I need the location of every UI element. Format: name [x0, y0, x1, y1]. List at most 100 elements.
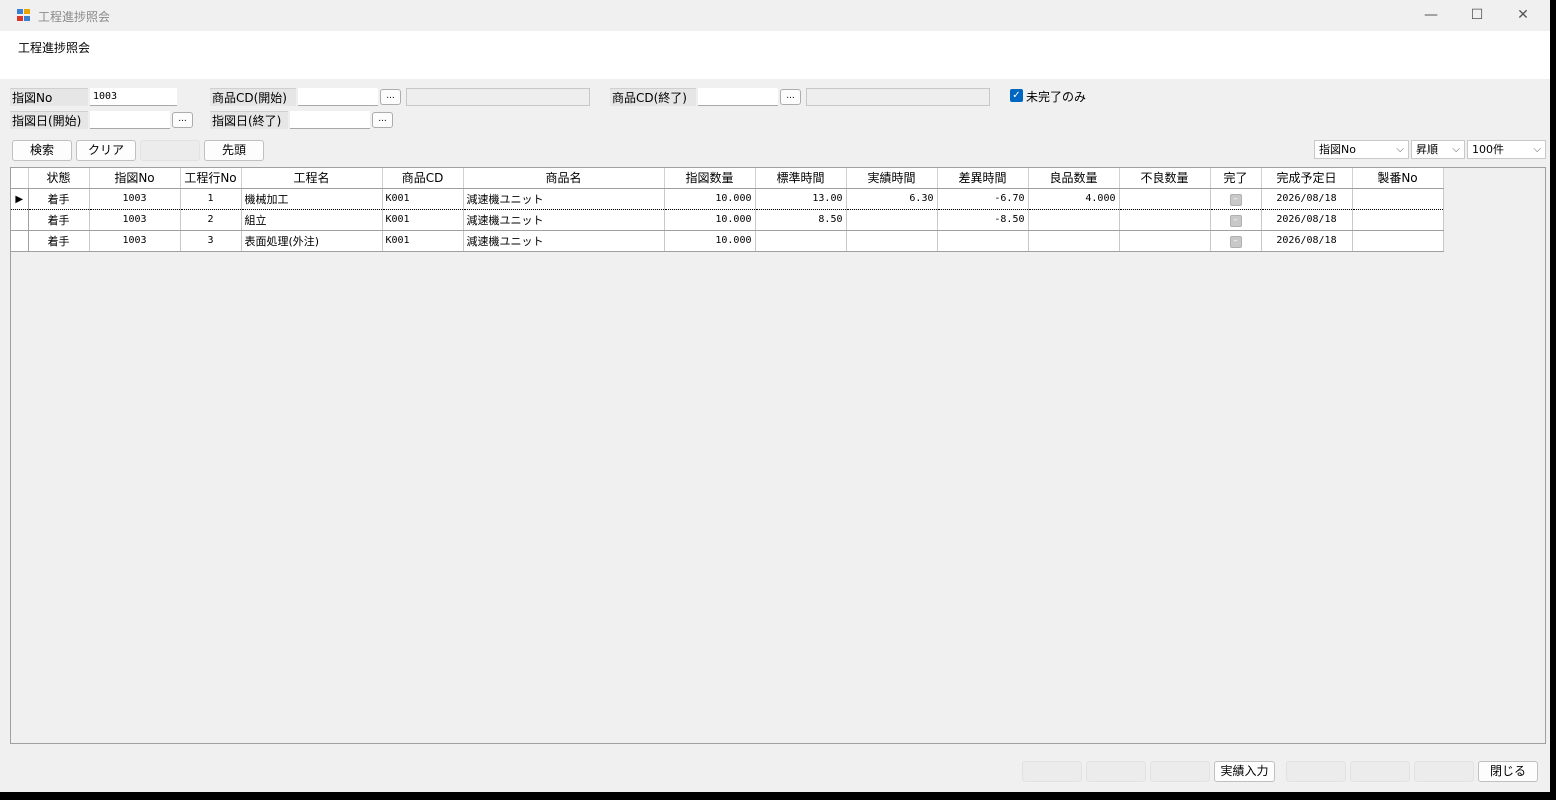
progress-grid[interactable]: 状態 指図No 工程行No 工程名 商品CD 商品名 指図数量 標準時間 実績時… [10, 167, 1546, 744]
column-header[interactable]: 指図No [89, 168, 181, 189]
cell-done[interactable]: – [1210, 187, 1262, 210]
cell-act-time[interactable]: 6.30 [846, 187, 938, 210]
column-header[interactable]: 状態 [28, 168, 90, 189]
blank-footer-button-2 [1086, 761, 1146, 782]
cell-due-date[interactable]: 2026/08/18 [1261, 187, 1353, 210]
shizu-date-start-input[interactable] [90, 111, 170, 129]
sort-order-value: 昇順 [1416, 143, 1438, 156]
column-header[interactable]: 不良数量 [1119, 168, 1211, 189]
shohin-cd-end-label: 商品CD(終了) [610, 88, 696, 106]
cell-status[interactable]: 着手 [28, 187, 90, 210]
row-header[interactable] [11, 209, 29, 231]
minimize-icon[interactable]: — [1408, 0, 1454, 31]
column-header[interactable]: 工程行No [180, 168, 242, 189]
cell-shohin-name[interactable]: 減速機ユニット [463, 187, 665, 210]
cell-act-time[interactable] [846, 230, 938, 252]
column-header[interactable]: 完成予定日 [1261, 168, 1353, 189]
current-row-indicator-icon[interactable]: ▶ [11, 187, 29, 210]
cell-bad-qty[interactable] [1119, 187, 1211, 210]
cell-qty[interactable]: 10.000 [664, 230, 756, 252]
cell-std-time[interactable]: 13.00 [755, 187, 847, 210]
row-header[interactable] [11, 230, 29, 252]
cell-done[interactable]: – [1210, 230, 1262, 252]
cell-koutei-name[interactable]: 組立 [241, 209, 383, 231]
sort-field-select[interactable]: 指図No ⌵ [1314, 140, 1409, 159]
done-checkbox[interactable]: – [1229, 215, 1242, 227]
cell-bad-qty[interactable] [1119, 209, 1211, 231]
close-button[interactable]: 閉じる [1478, 761, 1538, 782]
cell-seiban[interactable] [1352, 187, 1444, 210]
incomplete-only-checkbox[interactable]: ✓ [1010, 89, 1023, 102]
table-row[interactable]: 着手 1003 3 表面処理(外注) K001 減速機ユニット 10.000 –… [11, 230, 1444, 252]
column-header[interactable]: 良品数量 [1028, 168, 1120, 189]
column-header[interactable]: 完了 [1210, 168, 1262, 189]
shohin-cd-end-input[interactable] [698, 88, 778, 106]
cell-qty[interactable]: 10.000 [664, 187, 756, 210]
shizu-no-input[interactable]: 1003 [90, 88, 177, 106]
column-header[interactable]: 指図数量 [664, 168, 756, 189]
cell-std-time[interactable]: 8.50 [755, 209, 847, 231]
cell-status[interactable]: 着手 [28, 209, 90, 231]
cell-act-time[interactable] [846, 209, 938, 231]
table-row[interactable]: 着手 1003 2 組立 K001 減速機ユニット 10.000 8.50 -8… [11, 209, 1444, 231]
cell-shizu-no[interactable]: 1003 [89, 209, 181, 231]
cell-due-date[interactable]: 2026/08/18 [1261, 230, 1353, 252]
clear-button[interactable]: クリア [76, 140, 136, 161]
cell-shohin-cd[interactable]: K001 [382, 187, 464, 210]
cell-status[interactable]: 着手 [28, 230, 90, 252]
cell-seiban[interactable] [1352, 230, 1444, 252]
blank-footer-button-6 [1414, 761, 1474, 782]
cell-shohin-name[interactable]: 減速機ユニット [463, 209, 665, 231]
close-window-icon[interactable]: ✕ [1500, 0, 1546, 31]
shohin-cd-end-lookup-button[interactable]: ... [780, 89, 801, 105]
cell-due-date[interactable]: 2026/08/18 [1261, 209, 1353, 231]
cell-diff-time[interactable] [937, 230, 1029, 252]
column-header[interactable]: 差異時間 [937, 168, 1029, 189]
cell-seiban[interactable] [1352, 209, 1444, 231]
column-header[interactable]: 製番No [1352, 168, 1444, 189]
shohin-start-name-display [406, 88, 590, 106]
jisseki-input-button[interactable]: 実績入力 [1214, 761, 1275, 782]
cell-shizu-no[interactable]: 1003 [89, 187, 181, 210]
cell-shohin-cd[interactable]: K001 [382, 230, 464, 252]
cell-bad-qty[interactable] [1119, 230, 1211, 252]
maximize-icon[interactable]: ☐ [1454, 0, 1500, 31]
cell-gyo-no[interactable]: 2 [180, 209, 242, 231]
cell-done[interactable]: – [1210, 209, 1262, 231]
column-header[interactable]: 商品名 [463, 168, 665, 189]
done-checkbox[interactable]: – [1229, 236, 1242, 248]
cell-shohin-name[interactable]: 減速機ユニット [463, 230, 665, 252]
cell-koutei-name[interactable]: 表面処理(外注) [241, 230, 383, 252]
search-button[interactable]: 検索 [12, 140, 72, 161]
shizu-date-start-picker-button[interactable]: ... [172, 112, 193, 128]
main-window: 工程進捗照会 — ☐ ✕ 工程進捗照会 指図No 1003 商品CD(開始) .… [0, 0, 1550, 792]
sort-order-select[interactable]: 昇順 ⌵ [1411, 140, 1465, 159]
cell-koutei-name[interactable]: 機械加工 [241, 187, 383, 210]
grid-header-row: 状態 指図No 工程行No 工程名 商品CD 商品名 指図数量 標準時間 実績時… [11, 168, 1444, 189]
shohin-cd-start-lookup-button[interactable]: ... [380, 89, 401, 105]
limit-select[interactable]: 100件 ⌵ [1467, 140, 1546, 159]
shizu-date-end-input[interactable] [290, 111, 370, 129]
column-header[interactable]: 商品CD [382, 168, 464, 189]
cell-good-qty[interactable]: 4.000 [1028, 187, 1120, 210]
column-header[interactable]: 標準時間 [755, 168, 847, 189]
cell-diff-time[interactable]: -6.70 [937, 187, 1029, 210]
cell-good-qty[interactable] [1028, 230, 1120, 252]
column-header[interactable]: 工程名 [241, 168, 383, 189]
table-row[interactable]: ▶ 着手 1003 1 機械加工 K001 減速機ユニット 10.000 13.… [11, 187, 1444, 210]
cell-std-time[interactable] [755, 230, 847, 252]
shohin-cd-start-input[interactable] [298, 88, 378, 106]
cell-qty[interactable]: 10.000 [664, 209, 756, 231]
column-header[interactable]: 実績時間 [846, 168, 938, 189]
chevron-down-icon: ⌵ [1533, 144, 1541, 155]
cell-shizu-no[interactable]: 1003 [89, 230, 181, 252]
cell-gyo-no[interactable]: 3 [180, 230, 242, 252]
cell-gyo-no[interactable]: 1 [180, 187, 242, 210]
shizu-date-end-picker-button[interactable]: ... [372, 112, 393, 128]
cell-shohin-cd[interactable]: K001 [382, 209, 464, 231]
cell-diff-time[interactable]: -8.50 [937, 209, 1029, 231]
done-checkbox[interactable]: – [1229, 194, 1242, 206]
top-button[interactable]: 先頭 [204, 140, 264, 161]
incomplete-only-label[interactable]: 未完了のみ [1026, 88, 1086, 105]
cell-good-qty[interactable] [1028, 209, 1120, 231]
